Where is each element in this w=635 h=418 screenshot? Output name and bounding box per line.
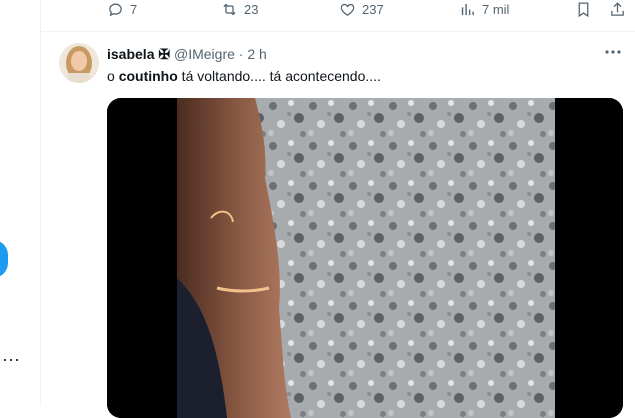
share-action[interactable] xyxy=(609,0,626,18)
author-name[interactable]: isabela ✠ xyxy=(107,46,170,62)
retweet-action[interactable]: 23 xyxy=(221,0,258,18)
bookmark-action[interactable] xyxy=(575,0,592,18)
post-button[interactable] xyxy=(0,240,8,278)
share-icon xyxy=(611,1,624,16)
author-handle[interactable]: @IMeigre xyxy=(174,46,235,62)
view-count: 7 mil xyxy=(482,1,510,17)
analytics-icon xyxy=(461,3,474,15)
reply-count: 7 xyxy=(130,1,138,17)
tweet-video[interactable] xyxy=(107,98,623,418)
video-frame xyxy=(107,98,623,418)
views-action[interactable]: 7 mil xyxy=(459,0,509,18)
reply-action[interactable]: 7 xyxy=(107,0,137,18)
tweet[interactable]: isabela ✠ @IMeigre · 2 h o coutinho tá v… xyxy=(41,32,635,418)
left-navigation-rail: ··· xyxy=(0,0,40,406)
previous-tweet-action-bar: 7 23 237 7 mil xyxy=(41,0,635,32)
more-options-button[interactable] xyxy=(603,44,623,60)
like-count: 237 xyxy=(362,1,384,17)
tweet-header: isabela ✠ @IMeigre · 2 h xyxy=(107,45,267,63)
reply-icon xyxy=(109,3,122,16)
bookmark-icon xyxy=(578,1,589,17)
like-action[interactable]: 237 xyxy=(339,0,384,18)
tweet-text-mention: coutinho xyxy=(118,68,178,84)
more-dots-icon xyxy=(605,50,621,54)
retweet-icon xyxy=(223,3,236,15)
account-more-icon[interactable]: ··· xyxy=(2,350,20,368)
tweet-text-prefix: o xyxy=(107,68,119,84)
tweet-timestamp[interactable]: 2 h xyxy=(247,46,266,62)
header-separator: · xyxy=(238,46,244,62)
tweet-text: o coutinho tá voltando.... tá acontecend… xyxy=(107,67,381,85)
retweet-count: 23 xyxy=(244,1,259,17)
tweet-text-suffix: tá voltando.... tá acontecendo.... xyxy=(177,68,381,84)
timeline-feed: 7 23 237 7 mil isabela ✠ @IMeigre · 2 h … xyxy=(40,0,635,418)
avatar[interactable] xyxy=(59,43,99,83)
avatar-image xyxy=(59,43,99,83)
heart-icon xyxy=(340,3,355,16)
